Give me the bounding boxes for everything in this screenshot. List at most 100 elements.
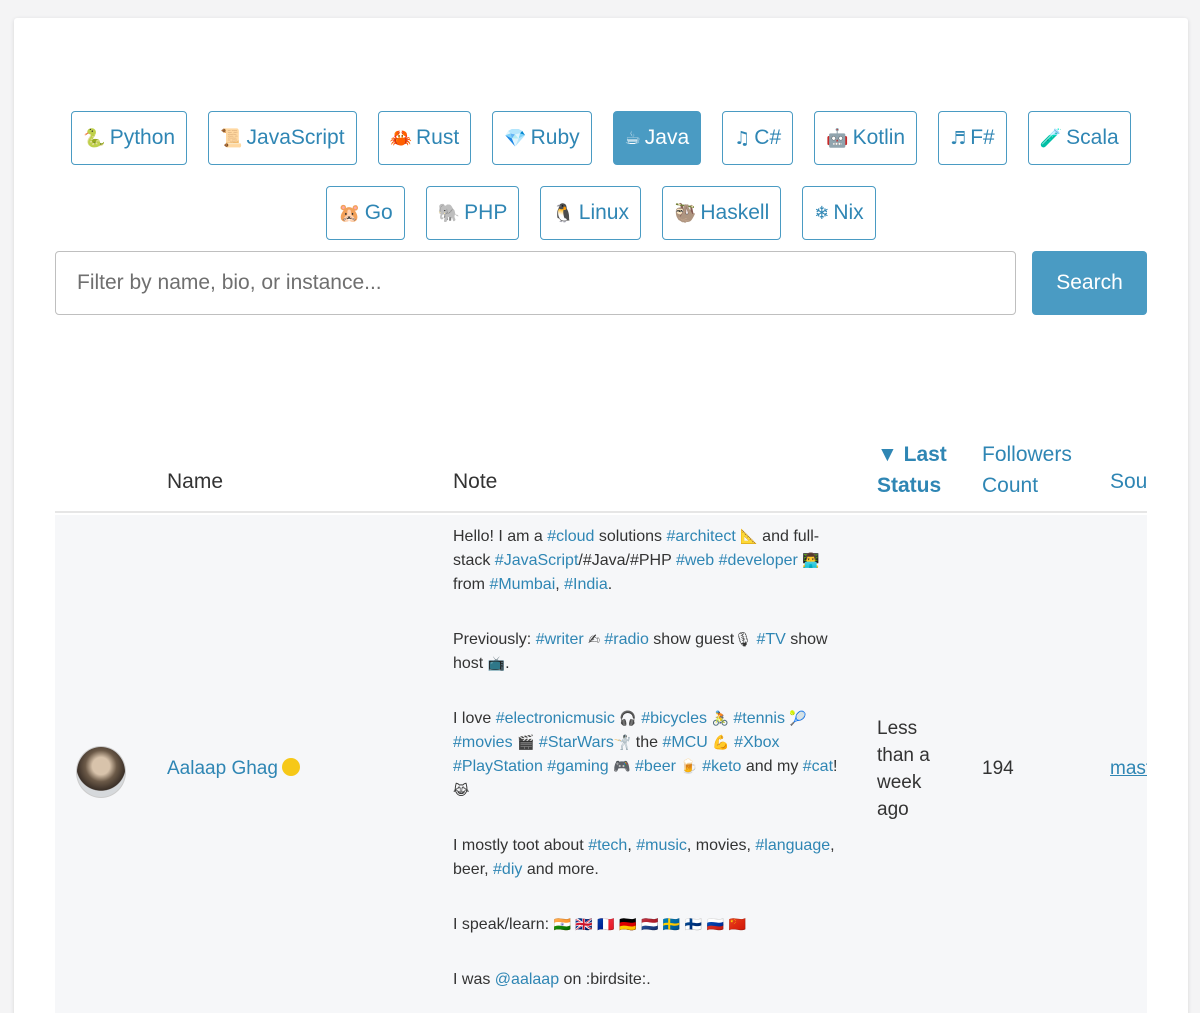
status-line: than a	[877, 745, 930, 766]
hashtag-link[interactable]: #architect	[666, 528, 735, 545]
lang-button-php[interactable]: 🐘 PHP	[425, 186, 520, 240]
status-line: Less	[877, 718, 918, 739]
lang-label: Rust	[416, 126, 460, 149]
search-input[interactable]	[55, 251, 1016, 315]
lang-button-ruby[interactable]: 💎 Ruby	[492, 111, 592, 165]
clapper-icon: 🎬	[517, 735, 535, 751]
lang-label: Haskell	[700, 201, 770, 224]
status-dot-icon	[281, 758, 300, 776]
hashtag-link[interactable]: #gaming	[547, 758, 608, 775]
lang-button-java[interactable]: ☕ Java	[612, 111, 702, 165]
hashtag-link[interactable]: #cat	[803, 758, 833, 775]
lang-label: Python	[109, 126, 176, 149]
accounts-table: Name Note ▼ Last Status Followers Count …	[55, 426, 1147, 1013]
account-note: Hello! I am a #cloud solutions #architec…	[453, 525, 843, 1013]
column-header-source[interactable]: Sou	[1110, 466, 1147, 497]
source-link[interactable]: mast	[1110, 758, 1147, 780]
lang-button-python[interactable]: 🐍 Python	[71, 111, 188, 165]
last-status-value: Less than a week ago	[877, 715, 947, 823]
hashtag-link[interactable]: #Xbox	[734, 734, 779, 751]
fencer-icon: 🤺	[613, 735, 632, 751]
elephant-icon: 🐘	[437, 202, 461, 224]
lang-button-csharp[interactable]: ♫ C#	[722, 111, 794, 165]
hamster-icon: 🐹	[338, 202, 361, 224]
writing-hand-icon: ✍	[588, 632, 600, 648]
column-header-name: Name	[167, 470, 224, 493]
lang-button-go[interactable]: 🐹 Go	[326, 186, 405, 240]
hashtag-link[interactable]: #JavaScript	[495, 552, 579, 569]
beer-mug-icon: 🍺	[680, 759, 698, 775]
lang-label: Nix	[833, 201, 864, 224]
account-name-link[interactable]: Aalaap Ghag	[167, 758, 300, 780]
hashtag-link[interactable]: #cloud	[547, 528, 594, 545]
lang-label: Java	[644, 126, 690, 149]
main-card: 🐍 Python 📜 JavaScript 🦀 Rust 💎 Ruby ☕ Java ♫ C…	[14, 18, 1188, 1013]
hashtag-link[interactable]: #developer	[719, 552, 798, 569]
lang-label: C#	[754, 126, 782, 149]
lang-label: Scala	[1066, 126, 1119, 149]
note-paragraph: Hello! I am a #cloud solutions #architec…	[453, 528, 820, 593]
microphone-icon: 🎙	[734, 632, 753, 648]
lang-button-kotlin[interactable]: 🤖 Kotlin	[814, 111, 918, 165]
snowflake-icon: ❄	[814, 202, 830, 224]
language-filter-row-1: 🐍 Python 📜 JavaScript 🦀 Rust 💎 Ruby ☕ Java ♫ C…	[14, 111, 1188, 165]
lang-button-haskell[interactable]: 🦥 Haskell	[661, 186, 782, 240]
hashtag-link[interactable]: #PlayStation	[453, 758, 543, 775]
technologist-icon: 👨‍💻	[802, 553, 820, 569]
hashtag-link[interactable]: #music	[636, 837, 687, 854]
hashtag-link[interactable]: #electronicmusic	[496, 710, 615, 727]
lang-button-rust[interactable]: 🦀 Rust	[377, 111, 472, 165]
lang-label: Kotlin	[852, 126, 906, 149]
hashtag-link[interactable]: #writer	[536, 631, 584, 648]
hashtag-link[interactable]: #TV	[756, 631, 785, 648]
hashtag-link[interactable]: #tech	[588, 837, 627, 854]
music-notes-icon: ♬	[950, 127, 967, 149]
note-paragraph: I speak/learn: 🇮🇳 🇬🇧 🇫🇷 🇩🇪 🇳🇱 🇸🇪 🇫🇮 🇷🇺 🇨…	[453, 916, 747, 933]
hashtag-link[interactable]: #web	[676, 552, 714, 569]
music-note-icon: ♫	[734, 127, 751, 149]
hashtag-link[interactable]: #radio	[604, 631, 648, 648]
header-line: Followers	[982, 443, 1072, 466]
search-button[interactable]: Search	[1032, 251, 1147, 315]
followers-count-value: 194	[982, 758, 1014, 779]
column-header-note: Note	[453, 470, 498, 493]
flags-icon: 🇮🇳 🇬🇧 🇫🇷 🇩🇪 🇳🇱 🇸🇪 🇫🇮 🇷🇺 🇨🇳	[553, 917, 747, 933]
hashtag-link[interactable]: #India	[564, 576, 608, 593]
game-controller-icon: 🎮	[613, 759, 631, 775]
table-row: Aalaap Ghag Hello! I am a #cloud solutio…	[55, 515, 1147, 1013]
lang-label: PHP	[464, 201, 508, 224]
headphones-icon: 🎧	[619, 711, 637, 727]
note-paragraph: I was @aalaap on :birdsite:.	[453, 971, 651, 988]
scroll-icon: 📜	[220, 127, 243, 149]
lang-button-scala[interactable]: 🧪 Scala	[1027, 111, 1131, 165]
hashtag-link[interactable]: #beer	[635, 758, 676, 775]
lang-button-fsharp[interactable]: ♬ F#	[938, 111, 1007, 165]
hashtag-link[interactable]: #language	[755, 837, 830, 854]
lang-button-nix[interactable]: ❄ Nix	[802, 186, 876, 240]
hashtag-link[interactable]: #Mumbai	[489, 576, 555, 593]
tennis-ball-icon: 🎾	[789, 711, 807, 727]
lang-label: JavaScript	[246, 126, 345, 149]
column-header-last-status[interactable]: ▼ Last Status	[877, 439, 947, 501]
header-line: ▼ Last	[877, 443, 947, 466]
hashtag-link[interactable]: #StarWars	[539, 734, 614, 751]
note-paragraph: Previously: #writer ✍ #radio show guest🎙…	[453, 631, 828, 672]
lang-button-javascript[interactable]: 📜 JavaScript	[208, 111, 357, 165]
hashtag-link[interactable]: #bicycles	[641, 710, 707, 727]
hashtag-link[interactable]: #movies	[453, 734, 513, 751]
hashtag-link[interactable]: #tennis	[733, 710, 785, 727]
mention-link[interactable]: @aalaap	[495, 971, 559, 988]
hashtag-link[interactable]: #keto	[702, 758, 741, 775]
header-line: Status	[877, 474, 942, 497]
cat-face-icon: 😹	[453, 783, 470, 799]
gem-icon: 💎	[504, 127, 527, 149]
sloth-icon: 🦥	[673, 202, 697, 224]
table-header: Name Note ▼ Last Status Followers Count …	[55, 426, 1147, 513]
hashtag-link[interactable]: #MCU	[662, 734, 707, 751]
cyclist-icon: 🚴	[711, 711, 729, 727]
hashtag-link[interactable]: #diy	[493, 861, 522, 878]
lang-button-linux[interactable]: 🐧 Linux	[540, 186, 641, 240]
avatar[interactable]	[76, 746, 126, 798]
triangle-ruler-icon: 📐	[740, 529, 758, 545]
column-header-followers-count[interactable]: Followers Count	[982, 439, 1072, 501]
